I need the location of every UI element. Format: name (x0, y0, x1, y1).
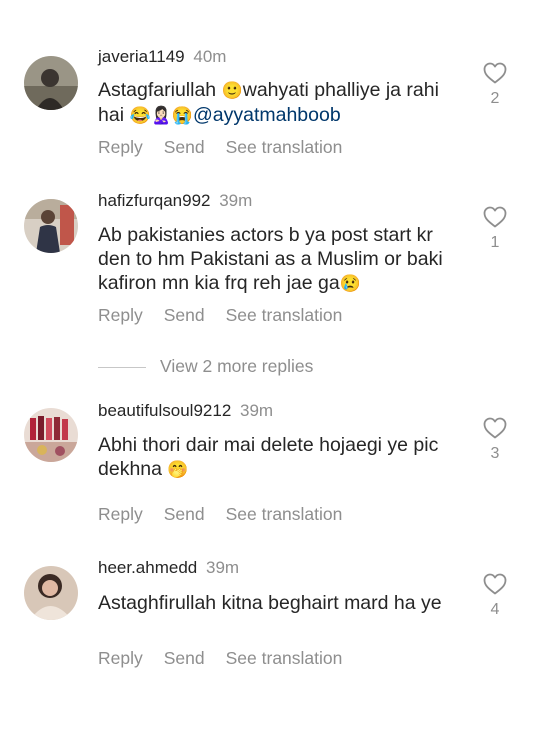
username[interactable]: beautifulsoul9212 (98, 401, 231, 420)
timestamp: 39m (205, 558, 240, 577)
see-translation-button[interactable]: See translation (226, 305, 343, 325)
heart-outline-icon[interactable] (483, 573, 507, 595)
comment-actions: Reply Send See translation (98, 648, 363, 669)
send-button[interactable]: Send (164, 137, 205, 157)
heart-outline-icon[interactable] (483, 206, 507, 228)
comment-actions: Reply Send See translation (98, 305, 363, 326)
comment-actions: Reply Send See translation (98, 504, 363, 525)
view-more-replies-button[interactable]: View 2 more replies (98, 356, 313, 377)
view-replies-label[interactable]: View 2 more replies (160, 356, 313, 376)
like-button[interactable]: 3 (483, 417, 507, 463)
timestamp: 39m (240, 401, 274, 420)
reply-button[interactable]: Reply (98, 504, 143, 524)
comment-actions: Reply Send See translation (98, 137, 363, 158)
see-translation-button[interactable]: See translation (226, 137, 343, 157)
like-button[interactable]: 4 (483, 573, 507, 619)
like-count: 4 (490, 601, 500, 618)
comment-text: Astagfariullah 🙂wahyati phalliye ja rahi… (98, 79, 439, 126)
like-button[interactable]: 1 (483, 206, 507, 252)
comment-meta: hafizfurqan992 39m (98, 191, 252, 211)
send-button[interactable]: Send (164, 504, 205, 524)
emoji: 🤭 (167, 460, 189, 479)
see-translation-button[interactable]: See translation (226, 648, 343, 668)
like-count: 1 (490, 234, 500, 251)
reply-button[interactable]: Reply (98, 137, 143, 157)
comment-meta: heer.ahmedd 39m (98, 558, 239, 578)
like-count: 2 (490, 90, 500, 107)
reply-button[interactable]: Reply (98, 648, 143, 668)
see-translation-button[interactable]: See translation (226, 504, 343, 524)
emoji: 😂🙎🏻‍♀️😭 (129, 106, 193, 125)
avatar[interactable] (24, 56, 78, 110)
send-button[interactable]: Send (164, 305, 205, 325)
avatar[interactable] (24, 566, 78, 620)
comment-meta: beautifulsoul9212 39m (98, 401, 273, 421)
emoji: 😢 (339, 274, 361, 293)
heart-outline-icon[interactable] (483, 62, 507, 84)
divider (98, 366, 146, 368)
mention-link[interactable]: @ayyatmahboob (193, 104, 341, 126)
comment-meta: javeria1149 40m (98, 47, 226, 67)
timestamp: 39m (219, 191, 253, 210)
avatar[interactable] (24, 199, 78, 253)
emoji: 🙂 (221, 81, 243, 100)
avatar[interactable] (24, 408, 78, 462)
username[interactable]: javeria1149 (98, 47, 185, 66)
username[interactable]: hafizfurqan992 (98, 191, 210, 210)
reply-button[interactable]: Reply (98, 305, 143, 325)
like-button[interactable]: 2 (483, 62, 507, 108)
comment-text: Abhi thori dair mai delete hojaegi ye pi… (98, 434, 439, 480)
send-button[interactable]: Send (164, 648, 205, 668)
timestamp: 40m (193, 47, 227, 66)
username[interactable]: heer.ahmedd (98, 558, 197, 577)
comment-text: Ab pakistanies actors b ya post start kr… (98, 224, 443, 294)
comment-text: Astaghfirullah kitna beghairt mard ha ye (98, 592, 442, 614)
like-count: 3 (490, 445, 500, 462)
heart-outline-icon[interactable] (483, 417, 507, 439)
